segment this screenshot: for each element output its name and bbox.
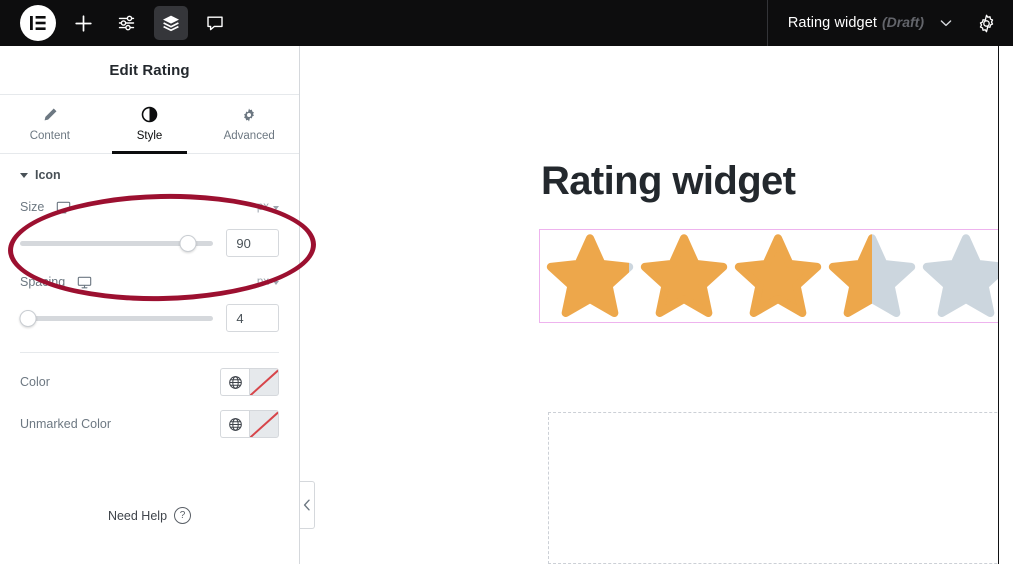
color-label: Color	[20, 375, 50, 389]
icon-size-unit-selector[interactable]: px	[257, 201, 279, 213]
star-icon[interactable]	[545, 232, 635, 322]
settings-gear-icon[interactable]	[976, 13, 997, 34]
color-control: Color	[20, 361, 279, 403]
divider	[20, 352, 279, 353]
icon-spacing-label: Spacing	[20, 275, 66, 289]
panel-tabs: Content Style Advanced	[0, 95, 299, 154]
gear-icon	[241, 106, 257, 123]
icon-size-row: Size px	[20, 196, 279, 218]
document-title[interactable]: Rating widget (Draft)	[788, 14, 924, 32]
chevron-down-icon	[273, 206, 279, 210]
top-bar-left-tools	[0, 0, 232, 46]
icon-size-slider-row: 90	[20, 229, 279, 257]
document-controls: Rating widget (Draft)	[766, 0, 1013, 46]
section-header-icon[interactable]: Icon	[20, 168, 279, 196]
slider-handle[interactable]	[179, 234, 197, 252]
star-icon[interactable]	[639, 232, 729, 322]
page-canvas: Rating widget	[301, 46, 998, 564]
tab-content[interactable]: Content	[0, 95, 100, 153]
tab-advanced-label: Advanced	[223, 130, 275, 142]
unmarked-color-swatch-none[interactable]	[249, 410, 279, 438]
icon-spacing-slider-row: 4	[19, 304, 279, 332]
desktop-icon[interactable]	[77, 275, 92, 290]
star-icon-empty[interactable]	[921, 232, 998, 322]
icon-size-input[interactable]: 90	[226, 229, 279, 257]
icon-spacing-row: Spacing px	[20, 271, 279, 293]
icon-spacing-value: 4	[236, 310, 244, 326]
slider-handle[interactable]	[19, 309, 37, 327]
contrast-half-circle-icon	[141, 106, 158, 123]
editor-panel: Edit Rating Content Style Advanced Icon …	[0, 46, 300, 564]
star-icon-half[interactable]	[827, 232, 917, 322]
empty-container-dropzone[interactable]	[548, 412, 998, 564]
need-help-label: Need Help	[107, 508, 168, 523]
chevron-left-icon	[303, 499, 310, 511]
color-controls	[220, 368, 279, 396]
elementor-editor: Rating widget (Draft) Edit Rating Conten…	[0, 0, 1013, 564]
need-help-link[interactable]: Need Help ?	[0, 507, 299, 524]
caret-down-icon	[20, 172, 28, 178]
section-title: Icon	[35, 168, 61, 182]
icon-size-label: Size	[20, 200, 45, 214]
tab-content-label: Content	[29, 130, 70, 142]
star-rating[interactable]	[545, 232, 998, 322]
icon-spacing-slider[interactable]	[19, 309, 214, 327]
document-title-text: Rating widget	[787, 15, 877, 31]
icon-size-value: 90	[236, 235, 251, 251]
tab-style-label: Style	[136, 130, 163, 142]
icon-size-unit-label: px	[256, 201, 269, 213]
icon-size-slider[interactable]	[20, 234, 214, 252]
icon-spacing-unit-label: px	[256, 276, 269, 288]
chevron-down-icon	[273, 281, 279, 285]
site-settings-icon[interactable]	[110, 6, 144, 40]
panel-title: Edit Rating	[109, 61, 190, 79]
document-status-text: (Draft)	[882, 14, 924, 30]
panel-header: Edit Rating	[0, 46, 299, 95]
desktop-icon[interactable]	[56, 200, 71, 215]
tab-advanced[interactable]: Advanced	[199, 95, 299, 153]
top-bar: Rating widget (Draft)	[0, 0, 1013, 46]
rating-widget-selected[interactable]	[539, 229, 998, 323]
globe-icon[interactable]	[220, 368, 249, 396]
globe-icon[interactable]	[220, 410, 249, 438]
panel-collapse-button[interactable]	[300, 481, 315, 529]
icon-spacing-control: Spacing px 4	[19, 271, 279, 332]
icon-style-section: Icon Size px 90 Spacing px 4 Color Unmar…	[0, 154, 299, 445]
canvas-scrollbar[interactable]	[998, 46, 1013, 564]
navigator-layers-icon[interactable]	[154, 6, 188, 40]
chevron-down-icon[interactable]	[938, 15, 954, 31]
icon-spacing-unit-selector[interactable]: px	[257, 276, 279, 288]
unmarked-color-control: Unmarked Color	[20, 403, 279, 445]
question-mark-icon: ?	[174, 507, 192, 524]
star-icon[interactable]	[733, 232, 823, 322]
unmarked-color-label: Unmarked Color	[20, 417, 112, 431]
unmarked-color-controls	[220, 410, 279, 438]
color-swatch-none[interactable]	[249, 368, 279, 396]
add-element-icon[interactable]	[66, 6, 100, 40]
tab-style[interactable]: Style	[100, 95, 200, 154]
elementor-logo-icon[interactable]	[20, 5, 56, 41]
icon-size-control: Size px 90	[20, 196, 279, 257]
slider-track	[20, 315, 214, 321]
page-heading: Rating widget	[541, 159, 796, 203]
comments-icon[interactable]	[198, 6, 232, 40]
icon-spacing-input[interactable]: 4	[226, 304, 279, 332]
pencil-icon	[42, 106, 58, 123]
